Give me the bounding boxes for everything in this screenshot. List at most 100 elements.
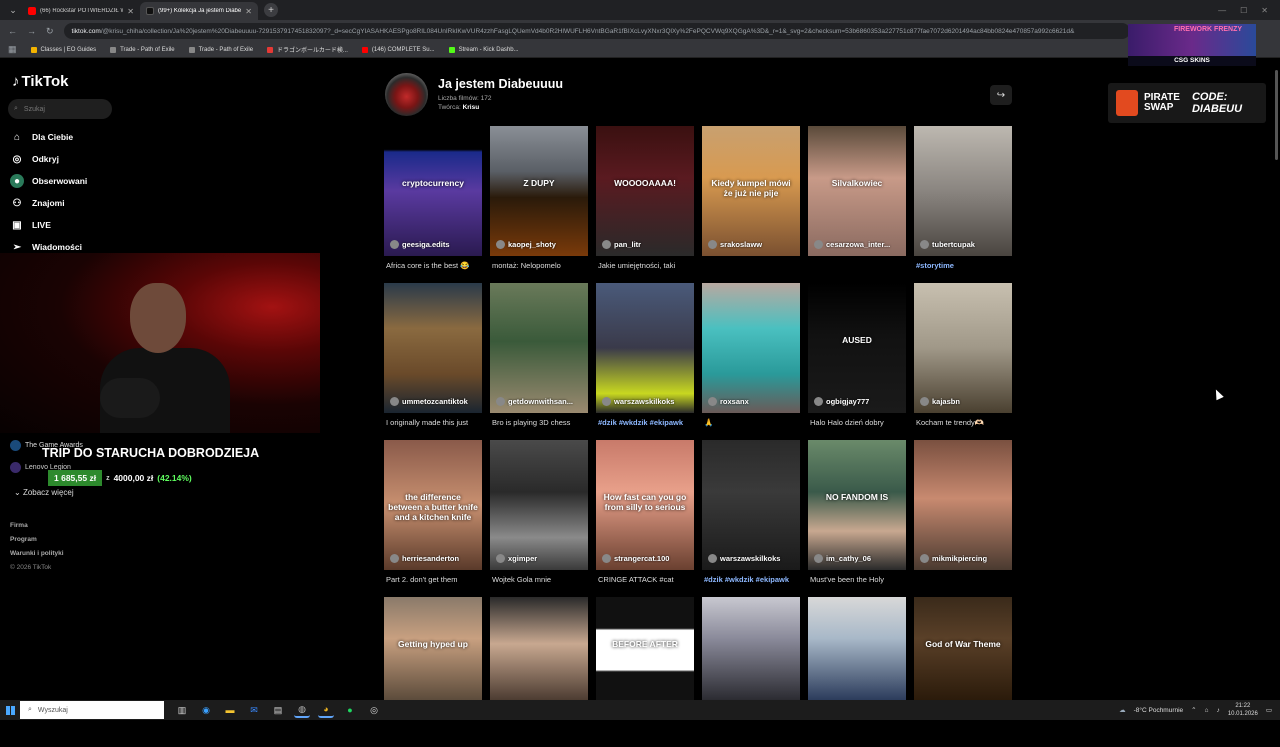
- video-thumbnail[interactable]: the difference between a butter knife an…: [384, 440, 482, 570]
- reload-icon[interactable]: ↻: [46, 26, 54, 37]
- search-input[interactable]: ⌕ Szukaj: [8, 99, 112, 119]
- file-explorer-icon[interactable]: ▬: [222, 702, 238, 718]
- footer-link-program[interactable]: Program: [10, 533, 64, 547]
- video-card[interactable]: the difference between a butter knife an…: [384, 440, 482, 590]
- video-author[interactable]: im_cathy_06: [814, 554, 902, 563]
- apps-icon[interactable]: ▦: [8, 44, 17, 55]
- video-thumbnail[interactable]: Getting hyped up: [384, 597, 482, 701]
- taskbar-search[interactable]: ⌕ Wyszukaj: [20, 701, 164, 719]
- tray-chevron-icon[interactable]: ⌃: [1191, 706, 1196, 714]
- video-thumbnail[interactable]: warszawskilkoks: [702, 440, 800, 570]
- video-description[interactable]: #storytime: [916, 261, 1020, 270]
- video-description[interactable]: Kocham te trendy🫶🏻: [916, 418, 1020, 427]
- mail-icon[interactable]: ✉: [246, 702, 262, 718]
- notification-icon[interactable]: ▭: [1266, 706, 1272, 714]
- video-description[interactable]: Bro is playing 3D chess: [492, 418, 596, 427]
- close-window-icon[interactable]: ✕: [1261, 6, 1268, 15]
- see-more-button[interactable]: ⌄ Zobacz więcej: [14, 488, 74, 497]
- video-author[interactable]: herriesanderton: [390, 554, 478, 563]
- sidebar-item-live[interactable]: ▣ LIVE: [10, 214, 87, 236]
- video-card[interactable]: warszawskilkoks #dzik #wkdzik #ekipawk: [702, 440, 800, 590]
- video-thumbnail[interactable]: God of War Theme: [914, 597, 1012, 701]
- video-author[interactable]: xgimper: [496, 554, 584, 563]
- video-card[interactable]: mikmikpiercing: [914, 440, 1012, 590]
- tiktok-logo[interactable]: ♪ TikTok: [12, 73, 68, 90]
- video-author[interactable]: strangercat.100: [602, 554, 690, 563]
- weather-text[interactable]: -8°C Pochmurnie: [1134, 707, 1184, 714]
- video-author[interactable]: kaopej_shoty: [496, 240, 584, 249]
- bookmark-item[interactable]: (146) COMPLETE Su...: [361, 46, 435, 53]
- video-description[interactable]: Halo Halo dzień dobry: [810, 418, 914, 427]
- video-card[interactable]: getdownwithsan... Bro is playing 3D chess: [490, 283, 588, 433]
- page-scrollbar[interactable]: [1275, 70, 1278, 160]
- video-author[interactable]: warszawskilkoks: [602, 397, 690, 406]
- video-card[interactable]: cryptocurrency geesiga.edits Africa core i…: [384, 126, 482, 276]
- video-card[interactable]: God of War Theme: [914, 597, 1012, 747]
- video-thumbnail[interactable]: getdownwithsan...: [490, 283, 588, 413]
- video-card[interactable]: AUSED ogbigjay777 Halo Halo dzień dobry: [808, 283, 906, 433]
- video-card[interactable]: kajasbn Kocham te trendy🫶🏻: [914, 283, 1012, 433]
- bookmark-item[interactable]: Trade - Path of Exile: [110, 46, 175, 53]
- bookmark-item[interactable]: Trade - Path of Exile: [188, 46, 253, 53]
- video-card[interactable]: [808, 597, 906, 747]
- video-thumbnail[interactable]: roxsanx: [702, 283, 800, 413]
- video-author[interactable]: ogbigjay777: [814, 397, 902, 406]
- footer-link-company[interactable]: Firma: [10, 519, 64, 533]
- video-card[interactable]: WOOOOAAAA! pan_litr Jakie umiejętności, ta…: [596, 126, 694, 276]
- creator-name[interactable]: Krisu: [463, 104, 480, 111]
- network-icon[interactable]: ⌂: [1205, 707, 1209, 714]
- video-thumbnail[interactable]: Kiedy kumpel mówi że już nie pije srakosl…: [702, 126, 800, 256]
- video-card[interactable]: NO FANDOM IS im_cathy_06 Must've been the …: [808, 440, 906, 590]
- video-card[interactable]: Silvalkowiec cesarzowa_inter...: [808, 126, 906, 276]
- video-card[interactable]: xgimper Wojtek Gola mnie: [490, 440, 588, 590]
- share-button[interactable]: ↪: [990, 85, 1012, 105]
- video-author[interactable]: geesiga.edits: [390, 240, 478, 249]
- video-card[interactable]: [490, 597, 588, 747]
- edge-icon[interactable]: ◉: [198, 702, 214, 718]
- video-author[interactable]: cesarzowa_inter...: [814, 240, 902, 249]
- video-description[interactable]: Must've been the Holy: [810, 575, 914, 584]
- video-thumbnail[interactable]: BEFORE AFTER: [596, 597, 694, 701]
- tab-search-icon[interactable]: ⌄: [4, 1, 22, 19]
- obs-icon[interactable]: ◍: [294, 702, 310, 718]
- spotify-icon[interactable]: ●: [342, 702, 358, 718]
- video-author[interactable]: kajasbn: [920, 397, 1008, 406]
- video-author[interactable]: pan_litr: [602, 240, 690, 249]
- video-description[interactable]: I originally made this just: [386, 418, 490, 427]
- video-description[interactable]: 🙏: [704, 418, 808, 427]
- video-thumbnail[interactable]: cryptocurrency geesiga.edits: [384, 126, 482, 256]
- video-thumbnail[interactable]: [808, 597, 906, 701]
- video-thumbnail[interactable]: How fast can you go from silly to seriou…: [596, 440, 694, 570]
- video-description[interactable]: Wojtek Gola mnie: [492, 575, 596, 584]
- browser-tab-2[interactable]: (99+) Kolekcja Ja jestem Diabe... ✕: [140, 2, 258, 20]
- browser-tab-1[interactable]: (66) Rockstar POTWIERDZIŁ W... ✕: [22, 2, 140, 20]
- video-description[interactable]: #dzik #wkdzik #ekipawk: [598, 418, 702, 427]
- video-description[interactable]: Part 2. don't get them: [386, 575, 490, 584]
- video-thumbnail[interactable]: warszawskilkoks: [596, 283, 694, 413]
- minimize-icon[interactable]: —: [1218, 6, 1226, 15]
- video-card[interactable]: How fast can you go from silly to seriou…: [596, 440, 694, 590]
- video-thumbnail[interactable]: [490, 597, 588, 701]
- maximize-icon[interactable]: ☐: [1240, 6, 1247, 15]
- video-author[interactable]: roxsanx: [708, 397, 796, 406]
- chrome-icon[interactable]: ◕: [318, 702, 334, 718]
- app-icon[interactable]: ◎: [366, 702, 382, 718]
- video-thumbnail[interactable]: ummetozcantiktok: [384, 283, 482, 413]
- back-icon[interactable]: ←: [8, 26, 17, 36]
- video-thumbnail[interactable]: [702, 597, 800, 701]
- bookmark-item[interactable]: ドラゴンボールカード検...: [267, 45, 348, 54]
- video-author[interactable]: ummetozcantiktok: [390, 397, 478, 406]
- video-thumbnail[interactable]: mikmikpiercing: [914, 440, 1012, 570]
- video-author[interactable]: tubertcupak: [920, 240, 1008, 249]
- video-thumbnail[interactable]: tubertcupak: [914, 126, 1012, 256]
- task-view-icon[interactable]: ▥: [174, 702, 190, 718]
- sidebar-item-for-you[interactable]: ⌂ Dla Ciebie: [10, 126, 87, 148]
- video-card[interactable]: Kiedy kumpel mówi że już nie pije srakosl…: [702, 126, 800, 276]
- video-card[interactable]: roxsanx 🙏: [702, 283, 800, 433]
- video-description[interactable]: #dzik #wkdzik #ekipawk: [704, 575, 808, 584]
- video-author[interactable]: getdownwithsan...: [496, 397, 584, 406]
- video-description[interactable]: Africa core is the best 😂: [386, 261, 490, 270]
- sidebar-item-friends[interactable]: ⚇ Znajomi: [10, 192, 87, 214]
- close-icon[interactable]: ✕: [245, 7, 252, 16]
- video-card[interactable]: Getting hyped up: [384, 597, 482, 747]
